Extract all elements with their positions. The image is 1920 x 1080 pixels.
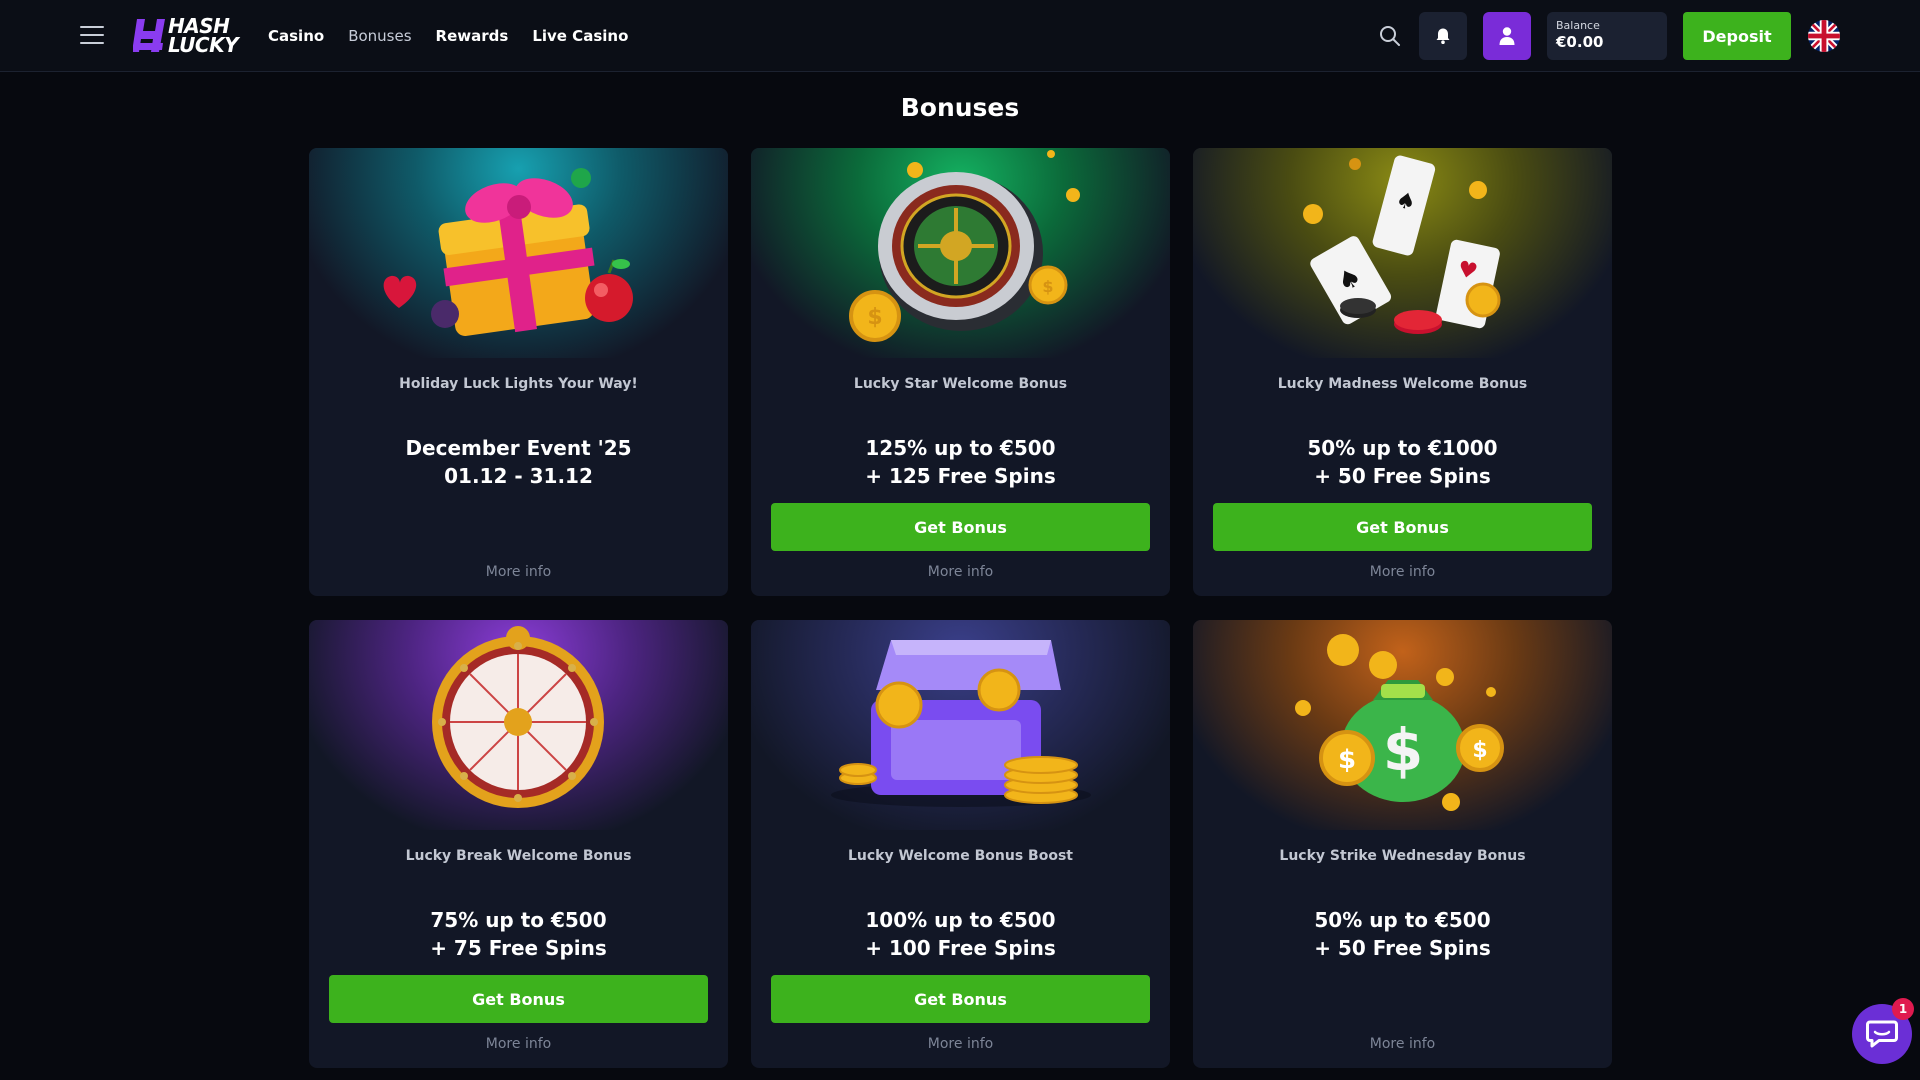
logo-text: HASH LUCKY (168, 16, 239, 57)
more-info-link[interactable]: More info (1193, 564, 1612, 580)
get-bonus-button[interactable]: Get Bonus (1213, 503, 1592, 551)
card-hero (751, 620, 1170, 830)
balance-display[interactable]: Balance €0.00 (1547, 12, 1667, 60)
top-bar: HASH LUCKY Casino Bonuses Rewards Live C… (0, 0, 1920, 72)
card-subtitle: Lucky Break Welcome Bonus (405, 848, 632, 864)
nav-live-casino[interactable]: Live Casino (532, 27, 628, 45)
svg-text:$: $ (1338, 745, 1356, 775)
more-info-link[interactable]: More info (751, 1036, 1170, 1052)
prize-wheel-icon (432, 626, 604, 808)
logo-mark-icon (133, 19, 165, 52)
card-headline-line-1: 50% up to €500 (1314, 908, 1491, 932)
svg-text:$: $ (867, 305, 882, 330)
card-hero (309, 148, 728, 358)
card-headline: 125% up to €500 + 125 Free Spins (751, 434, 1170, 490)
balance-label: Balance (1556, 19, 1600, 32)
card-headline: 100% up to €500 + 100 Free Spins (751, 906, 1170, 962)
bonus-card: Lucky Break Welcome Bonus 75% up to €500… (309, 620, 728, 1068)
bonus-card: $ $ Lucky Star Welcome Bonus 125% up to … (751, 148, 1170, 596)
bell-icon (1436, 28, 1450, 44)
notifications-button[interactable] (1419, 12, 1467, 60)
search-icon[interactable] (1378, 24, 1402, 48)
svg-text:$: $ (1383, 716, 1423, 784)
deposit-button[interactable]: Deposit (1683, 12, 1791, 60)
menu-icon[interactable] (80, 26, 104, 46)
card-headline: 50% up to €500 + 50 Free Spins (1193, 906, 1612, 962)
balance-value: €0.00 (1556, 33, 1604, 51)
bonus-card: Lucky Welcome Bonus Boost 100% up to €50… (751, 620, 1170, 1068)
logo[interactable]: HASH LUCKY (133, 16, 241, 57)
get-bonus-button[interactable]: Get Bonus (771, 975, 1150, 1023)
card-headline-line-2: + 75 Free Spins (430, 936, 607, 960)
svg-text:$: $ (1472, 738, 1487, 763)
uk-flag-icon[interactable] (1808, 20, 1840, 52)
card-headline-line-1: 75% up to €500 (430, 908, 607, 932)
logo-line-2: LUCKY (168, 33, 239, 57)
card-headline: 75% up to €500 + 75 Free Spins (309, 906, 728, 962)
bonus-card: Holiday Luck Lights Your Way! December E… (309, 148, 728, 596)
card-headline-line-1: 125% up to €500 (865, 436, 1056, 460)
bonus-card: $ $ $ Lucky Strike Wednesday Bonus 50% u… (1193, 620, 1612, 1068)
card-headline-line-1: 50% up to €1000 (1307, 436, 1498, 460)
page-title: Bonuses (900, 93, 1020, 122)
card-headline-line-2: + 50 Free Spins (1314, 936, 1491, 960)
card-subtitle: Lucky Strike Wednesday Bonus (1279, 848, 1526, 864)
main-nav: Casino Bonuses Rewards Live Casino (268, 27, 628, 45)
card-hero: ♠ ♠ ♥ (1193, 148, 1612, 358)
gift-box-icon (383, 168, 633, 336)
card-hero: $ $ (751, 148, 1170, 358)
user-icon (1499, 27, 1515, 45)
more-info-link[interactable]: More info (1193, 1036, 1612, 1052)
card-headline-line-2: + 50 Free Spins (1314, 464, 1491, 488)
card-headline: 50% up to €1000 + 50 Free Spins (1193, 434, 1612, 490)
more-info-link[interactable]: More info (751, 564, 1170, 580)
get-bonus-button[interactable]: Get Bonus (771, 503, 1150, 551)
card-headline-line-2: + 125 Free Spins (865, 464, 1056, 488)
playing-cards-icon: ♠ ♠ ♥ (1303, 155, 1501, 334)
card-subtitle: Lucky Welcome Bonus Boost (848, 848, 1073, 864)
bonus-card: ♠ ♠ ♥ Lucky Madness Welcome Bonus 50% up… (1193, 148, 1612, 596)
card-subtitle: Lucky Madness Welcome Bonus (1277, 376, 1528, 392)
card-headline-line-2: + 100 Free Spins (865, 936, 1056, 960)
nav-bonuses[interactable]: Bonuses (348, 27, 411, 45)
profile-button[interactable] (1483, 12, 1531, 60)
card-headline: December Event '25 01.12 - 31.12 (309, 434, 728, 490)
money-bag-icon: $ $ $ (1295, 634, 1504, 811)
card-subtitle: Holiday Luck Lights Your Way! (399, 376, 638, 392)
get-bonus-button[interactable]: Get Bonus (329, 975, 708, 1023)
card-hero (309, 620, 728, 830)
chat-bubble-icon (1866, 1020, 1898, 1048)
card-headline-line-1: December Event '25 (405, 436, 632, 460)
more-info-link[interactable]: More info (309, 564, 728, 580)
roulette-wheel-icon: $ $ (849, 150, 1080, 342)
more-info-link[interactable]: More info (309, 1036, 728, 1052)
svg-text:$: $ (1042, 277, 1053, 296)
card-hero: $ $ $ (1193, 620, 1612, 830)
card-subtitle: Lucky Star Welcome Bonus (853, 376, 1068, 392)
nav-rewards[interactable]: Rewards (436, 27, 509, 45)
card-headline-line-2: 01.12 - 31.12 (444, 464, 593, 488)
card-headline-line-1: 100% up to €500 (865, 908, 1056, 932)
chat-unread-badge: 1 (1892, 998, 1914, 1020)
nav-casino[interactable]: Casino (268, 27, 324, 45)
treasure-chest-icon (831, 640, 1091, 807)
